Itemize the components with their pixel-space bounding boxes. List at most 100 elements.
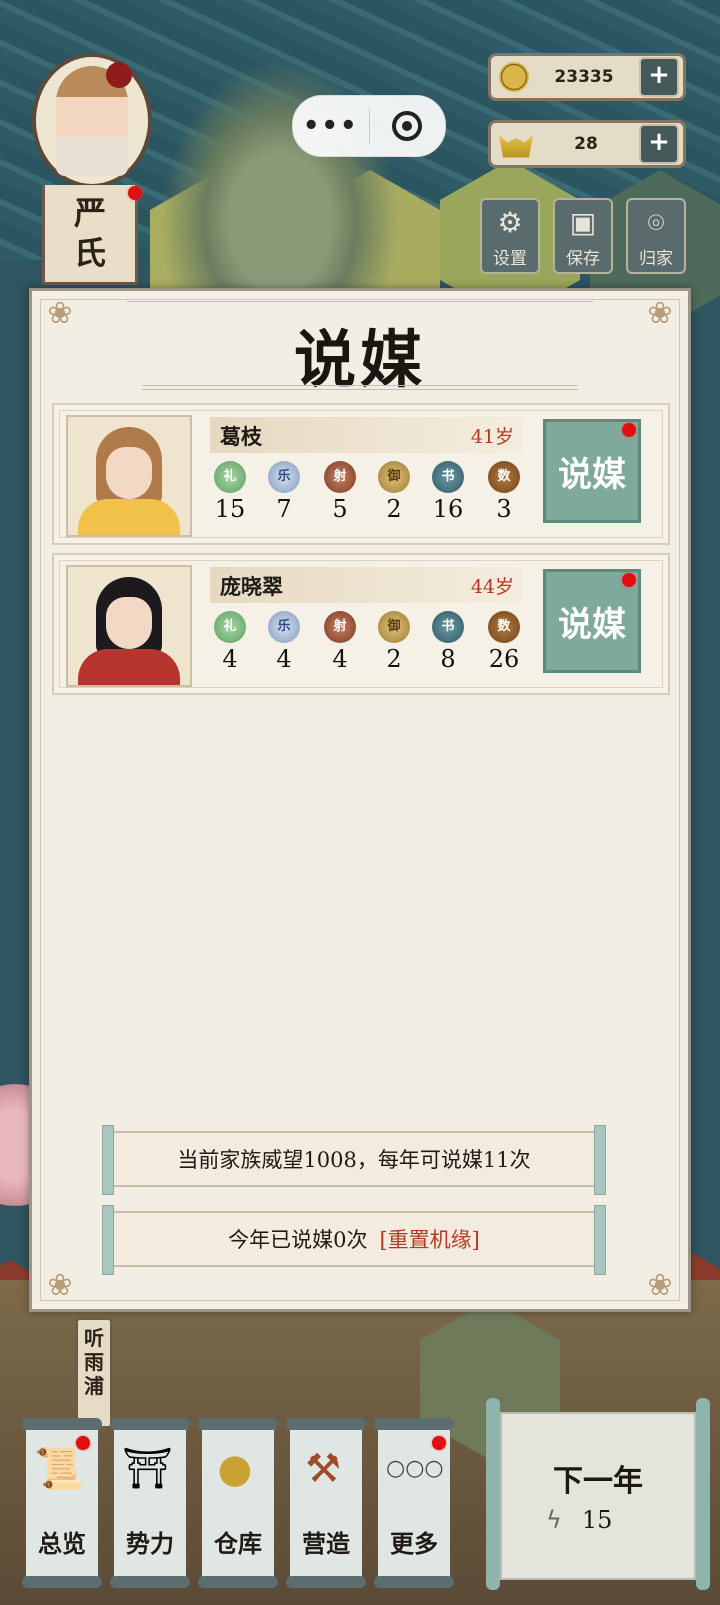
scroll-roller — [22, 1576, 102, 1588]
usage-info-bar: 今年已说媒0次 [重置机缘] — [102, 1205, 606, 1275]
candidate-age: 44岁 — [470, 576, 514, 598]
scroll-rod — [696, 1398, 710, 1590]
scroll-roller — [110, 1418, 190, 1430]
portrait-robe — [78, 649, 180, 685]
next-year-button[interactable]: 下一年 ϟ 15 — [486, 1398, 710, 1590]
player-name-line2: 氏 — [73, 234, 106, 272]
candidate-card: 庞晓翠 44岁 礼4 乐4 射4 御2 书8 数 26 说媒 — [52, 553, 670, 695]
stat-value: 8 — [440, 645, 456, 673]
stat-value: 4 — [222, 645, 238, 673]
settings-button[interactable]: ⚙ 设置 — [480, 198, 540, 274]
nav-label: 更多 — [390, 1529, 438, 1558]
scroll-roller — [198, 1418, 278, 1430]
energy-cost: ϟ 15 — [546, 1506, 612, 1534]
stat-shu: 书 16 — [428, 461, 468, 523]
stat-li: 礼4 — [210, 611, 250, 673]
mathematics-badge-icon: 数 — [488, 461, 520, 493]
lotus-ornament-icon: ❀ — [647, 1268, 673, 1303]
portrait-robe — [78, 499, 180, 535]
candidate-portrait — [66, 415, 192, 537]
home-label: 归家 — [639, 249, 673, 269]
candidate-age: 41岁 — [470, 426, 514, 448]
scroll-roller — [374, 1576, 454, 1588]
player-avatar[interactable] — [22, 48, 162, 198]
prestige-info-bar: 当前家族威望1008，每年可说媒11次 — [102, 1125, 606, 1195]
notification-dot — [622, 573, 636, 587]
add-coins-button[interactable]: + — [639, 57, 679, 97]
candidate-card: 葛枝 41岁 礼 15 乐7 射5 御2 书 16 数3 说媒 — [52, 403, 670, 545]
gold-resource: 28 + — [488, 120, 686, 168]
hair-flower — [106, 62, 132, 88]
usage-info-text: 今年已说媒0次 — [228, 1228, 368, 1252]
save-icon: ▣ — [569, 206, 597, 239]
lotus-ornament-icon: ❀ — [47, 1268, 73, 1303]
lightning-icon: ϟ — [546, 1506, 562, 1534]
stat-yu: 御2 — [374, 611, 414, 673]
nav-more-button[interactable]: ○○○ 更多 — [374, 1418, 454, 1588]
portrait-face — [106, 447, 152, 499]
target-icon — [392, 111, 423, 141]
stat-value: 5 — [332, 495, 348, 523]
gold-ingot-icon — [499, 135, 533, 158]
nav-overview-button[interactable]: 📜 总览 — [22, 1418, 102, 1588]
location-icon: ⌾ — [647, 206, 665, 239]
music-badge-icon: 乐 — [268, 461, 300, 493]
save-button[interactable]: ▣ 保存 — [553, 198, 613, 274]
stat-li: 礼 15 — [210, 461, 250, 523]
stat-value: 4 — [332, 645, 348, 673]
player-name-line1: 严 — [73, 194, 106, 232]
rites-badge-icon: 礼 — [214, 611, 246, 643]
rites-badge-icon: 礼 — [214, 461, 246, 493]
stat-she: 射4 — [320, 611, 360, 673]
nav-build-button[interactable]: ⚒ 营造 — [286, 1418, 366, 1588]
notification-dot — [432, 1436, 446, 1450]
candidate-name: 庞晓翠 — [220, 574, 283, 599]
place-name-sign[interactable]: 听雨浦 — [76, 1318, 112, 1428]
stat-yu: 御2 — [374, 461, 414, 523]
more-icon: ○○○ — [386, 1456, 444, 1481]
candidate-portrait — [66, 565, 192, 687]
reset-fate-link[interactable]: [重置机缘] — [379, 1224, 479, 1254]
stat-shuo: 数3 — [484, 461, 524, 523]
gear-icon: ⚙ — [497, 206, 523, 239]
settings-label: 设置 — [493, 249, 527, 269]
scroll-roller — [286, 1576, 366, 1588]
more-menu-button[interactable]: ••• — [293, 111, 369, 141]
calligraphy-badge-icon: 书 — [432, 611, 464, 643]
stat-she: 射5 — [320, 461, 360, 523]
palace-icon: ⛩ — [122, 1446, 173, 1492]
blossom-tree — [0, 1060, 30, 1230]
scroll-roller — [110, 1576, 190, 1588]
charioteering-badge-icon: 御 — [378, 611, 410, 643]
calligraphy-badge-icon: 书 — [432, 461, 464, 493]
stat-le: 乐4 — [264, 611, 304, 673]
close-miniprogram-button[interactable] — [370, 111, 446, 141]
stat-value: 2 — [386, 645, 402, 673]
home-button[interactable]: ⌾ 归家 — [626, 198, 686, 274]
stat-value: 7 — [276, 495, 292, 523]
nav-factions-button[interactable]: ⛩ 势力 — [110, 1418, 190, 1588]
charioteering-badge-icon: 御 — [378, 461, 410, 493]
archery-badge-icon: 射 — [324, 611, 356, 643]
archery-badge-icon: 射 — [324, 461, 356, 493]
coin-resource: 23335 + — [488, 53, 686, 101]
energy-value: 15 — [581, 1506, 613, 1534]
add-gold-button[interactable]: + — [639, 124, 679, 164]
stat-value: 26 — [488, 645, 520, 673]
matchmaking-panel: ❀ ❀ ❀ ❀ 说媒 葛枝 41岁 礼 15 乐7 射5 御2 书 16 数3 说媒 — [29, 288, 691, 1312]
mathematics-badge-icon: 数 — [488, 611, 520, 643]
player-name-tag[interactable]: 严 氏 — [42, 185, 138, 285]
scroll-brush-icon: 📜 — [34, 1446, 84, 1492]
scroll-roller — [374, 1418, 454, 1430]
coin-icon — [499, 62, 529, 92]
scroll-rod — [486, 1398, 500, 1590]
prestige-info-text: 当前家族威望1008，每年可说媒11次 — [177, 1148, 531, 1172]
gold-value: 28 — [574, 134, 598, 154]
candidate-name-bar: 庞晓翠 44岁 — [210, 567, 522, 603]
stat-shuo: 数 26 — [484, 611, 524, 673]
stat-le: 乐7 — [264, 461, 304, 523]
nav-warehouse-button[interactable]: ● 仓库 — [198, 1418, 278, 1588]
scroll-roller — [22, 1418, 102, 1430]
stat-value: 15 — [214, 495, 246, 523]
portrait-face — [106, 597, 152, 649]
